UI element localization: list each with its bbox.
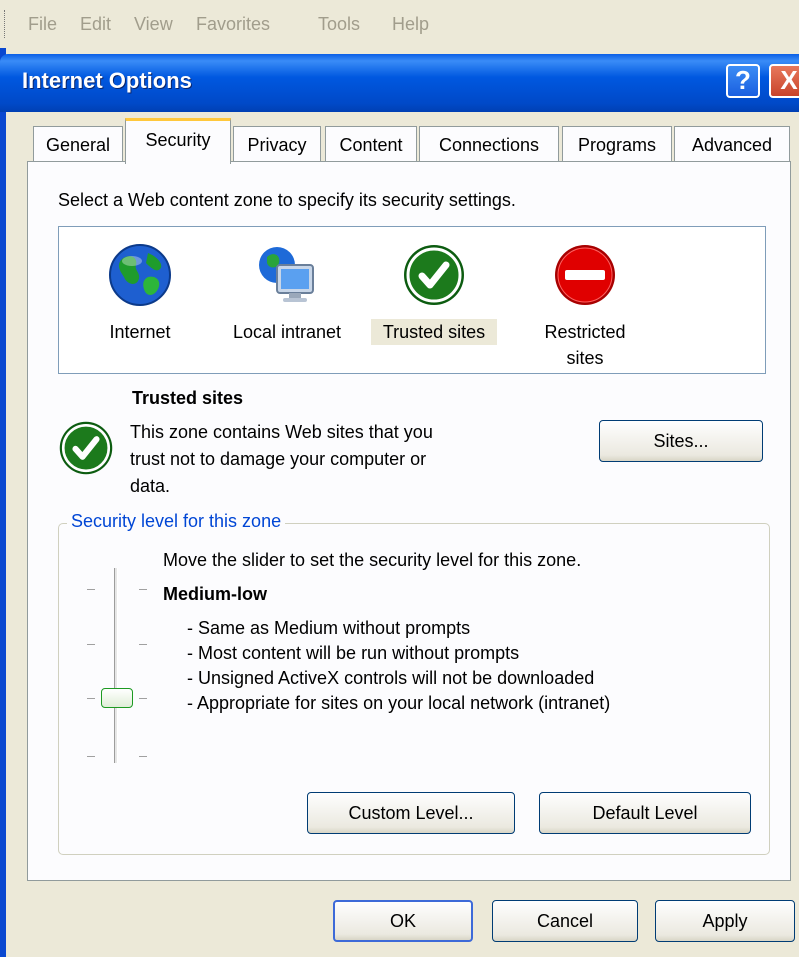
- apply-button[interactable]: Apply: [655, 900, 795, 942]
- selected-zone-description-line1: This zone contains Web sites that you: [130, 422, 433, 442]
- zone-local-intranet[interactable]: Local intranet: [217, 243, 357, 345]
- tab-general[interactable]: General: [33, 126, 123, 162]
- menu-edit[interactable]: Edit: [80, 14, 111, 35]
- zone-list[interactable]: Internet Local intranet Trusted sites Re…: [58, 226, 766, 374]
- security-slider-thumb[interactable]: [101, 688, 133, 708]
- zone-label-restricted-sites: Restricted sites: [535, 319, 635, 371]
- help-button[interactable]: ?: [726, 64, 760, 98]
- slider-tick: [87, 589, 95, 590]
- slider-tick: [139, 589, 147, 590]
- checkmark-icon: [402, 243, 466, 307]
- tab-content[interactable]: Content: [325, 126, 417, 162]
- slider-tick: [139, 698, 147, 699]
- selected-zone-title: Trusted sites: [132, 388, 244, 408]
- no-entry-icon: [553, 243, 617, 307]
- menu-file[interactable]: File: [28, 14, 57, 35]
- slider-tick: [87, 756, 95, 757]
- custom-level-button[interactable]: Custom Level...: [307, 792, 515, 834]
- tab-security[interactable]: Security: [125, 118, 231, 164]
- level-bullet: - Appropriate for sites on your local ne…: [187, 693, 611, 713]
- slider-tick: [139, 644, 147, 645]
- zone-label-trusted-sites: Trusted sites: [371, 319, 497, 345]
- browser-menu-bar: File Edit View Favorites Tools Help: [0, 0, 799, 48]
- ok-button[interactable]: OK: [333, 900, 473, 942]
- tab-advanced[interactable]: Advanced: [674, 126, 790, 162]
- menu-favorites[interactable]: Favorites: [196, 14, 270, 35]
- zone-restricted-sites[interactable]: Restricted sites: [535, 243, 635, 371]
- intranet-icon: [255, 243, 319, 307]
- sites-button[interactable]: Sites...: [599, 420, 763, 462]
- security-level-legend: Security level for this zone: [67, 511, 286, 532]
- trusted-zone-checkmark-icon: [58, 420, 114, 476]
- level-bullet: - Most content will be run without promp…: [187, 643, 520, 663]
- zone-label-local-intranet: Local intranet: [232, 322, 342, 342]
- level-bullet: - Unsigned ActiveX controls will not be …: [187, 668, 595, 688]
- menu-grip: [4, 10, 8, 38]
- default-level-button[interactable]: Default Level: [539, 792, 751, 834]
- level-bullet: - Same as Medium without prompts: [187, 618, 471, 638]
- zone-label-internet: Internet: [109, 322, 171, 342]
- menu-tools[interactable]: Tools: [318, 14, 360, 35]
- title-bar[interactable]: Internet Options ? X: [0, 54, 799, 112]
- zone-trusted-sites[interactable]: Trusted sites: [371, 243, 497, 345]
- window-title: Internet Options: [22, 68, 192, 93]
- globe-icon: [108, 243, 172, 307]
- menu-view[interactable]: View: [134, 14, 173, 35]
- tab-programs[interactable]: Programs: [562, 126, 672, 162]
- zone-instruction: Select a Web content zone to specify its…: [58, 190, 516, 210]
- selected-zone-description-line2: trust not to damage your computer or: [130, 449, 427, 469]
- slider-tick: [139, 756, 147, 757]
- selected-zone-description-line3: data.: [130, 476, 171, 496]
- cancel-button[interactable]: Cancel: [492, 900, 638, 942]
- slider-tick: [87, 698, 95, 699]
- zone-label-restricted-line2: sites: [566, 348, 604, 368]
- close-button[interactable]: X: [769, 64, 799, 98]
- security-tab-panel: Select a Web content zone to specify its…: [27, 161, 791, 881]
- tab-privacy[interactable]: Privacy: [233, 126, 321, 162]
- menu-help[interactable]: Help: [392, 14, 429, 35]
- zone-label-restricted-line1: Restricted: [544, 322, 626, 342]
- tab-connections[interactable]: Connections: [419, 126, 559, 162]
- zone-internet[interactable]: Internet: [95, 243, 185, 345]
- security-slider-track[interactable]: [114, 568, 118, 763]
- security-level-name: Medium-low: [163, 584, 267, 604]
- security-level-group: Security level for this zone Move the sl…: [58, 511, 770, 855]
- slider-tick: [87, 644, 95, 645]
- slider-hint: Move the slider to set the security leve…: [163, 550, 582, 570]
